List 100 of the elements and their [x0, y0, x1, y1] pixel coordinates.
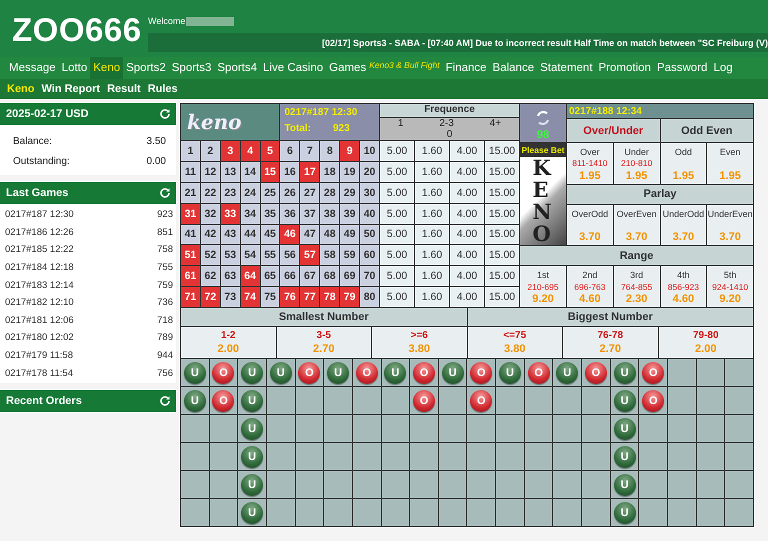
number-cell[interactable]: 62 — [200, 266, 220, 286]
number-cell[interactable]: 78 — [320, 287, 340, 307]
number-cell[interactable]: 76 — [280, 287, 300, 307]
number-cell[interactable]: 15 — [260, 162, 280, 182]
number-cell[interactable]: 46 — [280, 224, 300, 244]
bet-option[interactable]: 76-78 2.70 — [563, 327, 658, 358]
odds-cell[interactable]: 15.00 — [484, 182, 519, 203]
nav-link[interactable]: Games — [326, 57, 370, 79]
number-cell[interactable]: 7 — [300, 141, 320, 161]
number-cell[interactable]: 8 — [320, 141, 340, 161]
bet-option[interactable]: Under 210-810 1.95 — [614, 143, 660, 184]
number-cell[interactable]: 28 — [320, 182, 340, 203]
number-cell[interactable]: 52 — [200, 245, 220, 266]
odds-cell[interactable]: 1.60 — [414, 141, 449, 161]
number-cell[interactable]: 56 — [280, 245, 300, 266]
number-cell[interactable]: 25 — [260, 182, 280, 203]
number-cell[interactable]: 11 — [181, 162, 200, 182]
number-cell[interactable]: 74 — [240, 287, 260, 307]
number-cell[interactable]: 68 — [320, 266, 340, 286]
number-cell[interactable]: 67 — [300, 266, 320, 286]
odds-cell[interactable]: 5.00 — [380, 182, 414, 203]
nav-link[interactable]: Finance — [442, 57, 490, 79]
nav-link[interactable]: Lotto — [58, 57, 90, 79]
nav-link[interactable]: Sports3 — [168, 57, 214, 79]
odds-cell[interactable]: 4.00 — [450, 245, 484, 266]
number-cell[interactable]: 53 — [220, 245, 240, 266]
number-cell[interactable]: 43 — [220, 224, 240, 244]
odds-cell[interactable]: 5.00 — [380, 204, 414, 224]
number-cell[interactable]: 45 — [260, 224, 280, 244]
nav-link[interactable]: Log — [710, 57, 736, 79]
number-cell[interactable]: 72 — [200, 287, 220, 307]
number-cell[interactable]: 29 — [340, 182, 360, 203]
number-cell[interactable]: 27 — [300, 182, 320, 203]
odds-cell[interactable]: 15.00 — [484, 287, 519, 307]
number-cell[interactable]: 16 — [280, 162, 300, 182]
number-cell[interactable]: 54 — [240, 245, 260, 266]
refresh-icon[interactable] — [159, 187, 171, 199]
number-cell[interactable]: 14 — [240, 162, 260, 182]
odds-cell[interactable]: 4.00 — [450, 182, 484, 203]
number-cell[interactable]: 49 — [340, 224, 360, 244]
bet-option[interactable]: Over 811-1410 1.95 — [567, 143, 613, 184]
odds-cell[interactable]: 5.00 — [380, 141, 414, 161]
subnav-link[interactable]: Keno — [7, 83, 34, 95]
odds-cell[interactable]: 1.60 — [414, 287, 449, 307]
number-cell[interactable]: 71 — [181, 287, 200, 307]
odds-cell[interactable]: 15.00 — [484, 224, 519, 244]
bet-option[interactable]: 2nd 696-763 4.60 — [567, 266, 613, 307]
odds-cell[interactable]: 4.00 — [450, 266, 484, 286]
odds-cell[interactable]: 1.60 — [414, 204, 449, 224]
number-cell[interactable]: 61 — [181, 266, 200, 286]
number-cell[interactable]: 36 — [280, 204, 300, 224]
bet-option[interactable]: 4th 856-923 4.60 — [660, 266, 706, 307]
odds-cell[interactable]: 1.60 — [414, 162, 449, 182]
number-cell[interactable]: 44 — [240, 224, 260, 244]
odds-cell[interactable]: 15.00 — [484, 245, 519, 266]
number-cell[interactable]: 65 — [260, 266, 280, 286]
number-cell[interactable]: 77 — [300, 287, 320, 307]
bet-option[interactable]: 3-5 2.70 — [276, 327, 371, 358]
number-cell[interactable]: 69 — [340, 266, 360, 286]
bet-option[interactable]: 79-80 2.00 — [658, 327, 753, 358]
number-cell[interactable]: 33 — [220, 204, 240, 224]
number-cell[interactable]: 1 — [181, 141, 200, 161]
bet-option[interactable]: OverOdd 3.70 — [567, 204, 613, 246]
odds-cell[interactable]: 4.00 — [450, 162, 484, 182]
number-cell[interactable]: 41 — [181, 224, 200, 244]
number-cell[interactable]: 21 — [181, 182, 200, 203]
nav-link[interactable]: Live Casino — [260, 57, 326, 79]
odds-cell[interactable]: 1.60 — [414, 266, 449, 286]
number-cell[interactable]: 48 — [320, 224, 340, 244]
number-cell[interactable]: 60 — [360, 245, 379, 266]
odds-cell[interactable]: 4.00 — [450, 224, 484, 244]
odds-cell[interactable]: 4.00 — [450, 287, 484, 307]
odds-cell[interactable]: 15.00 — [484, 162, 519, 182]
number-cell[interactable]: 30 — [360, 182, 379, 203]
bet-option[interactable]: 3rd 764-855 2.30 — [614, 266, 660, 307]
number-cell[interactable]: 55 — [260, 245, 280, 266]
bet-option[interactable]: 5th 924-1410 9.20 — [707, 266, 753, 307]
number-cell[interactable]: 10 — [360, 141, 379, 161]
bet-option[interactable]: UnderEven 3.70 — [707, 204, 753, 246]
bet-option[interactable]: Even 1.95 — [707, 143, 753, 184]
bet-option[interactable]: <=75 3.80 — [468, 327, 562, 358]
number-cell[interactable]: 24 — [240, 182, 260, 203]
bet-option[interactable]: >=6 3.80 — [372, 327, 466, 358]
odds-cell[interactable]: 5.00 — [380, 162, 414, 182]
number-cell[interactable]: 51 — [181, 245, 200, 266]
number-cell[interactable]: 5 — [260, 141, 280, 161]
number-cell[interactable]: 2 — [200, 141, 220, 161]
number-cell[interactable]: 13 — [220, 162, 240, 182]
number-cell[interactable]: 19 — [340, 162, 360, 182]
bet-option[interactable]: 1-2 2.00 — [181, 327, 276, 358]
odds-cell[interactable]: 1.60 — [414, 245, 449, 266]
number-cell[interactable]: 18 — [320, 162, 340, 182]
number-cell[interactable]: 64 — [240, 266, 260, 286]
number-cell[interactable]: 22 — [200, 182, 220, 203]
nav-link[interactable]: Statement — [537, 57, 596, 79]
number-cell[interactable]: 40 — [360, 204, 379, 224]
number-cell[interactable]: 32 — [200, 204, 220, 224]
number-cell[interactable]: 58 — [320, 245, 340, 266]
bet-option[interactable]: 1st 210-695 9.20 — [520, 266, 566, 307]
nav-link[interactable]: Password — [654, 57, 710, 79]
